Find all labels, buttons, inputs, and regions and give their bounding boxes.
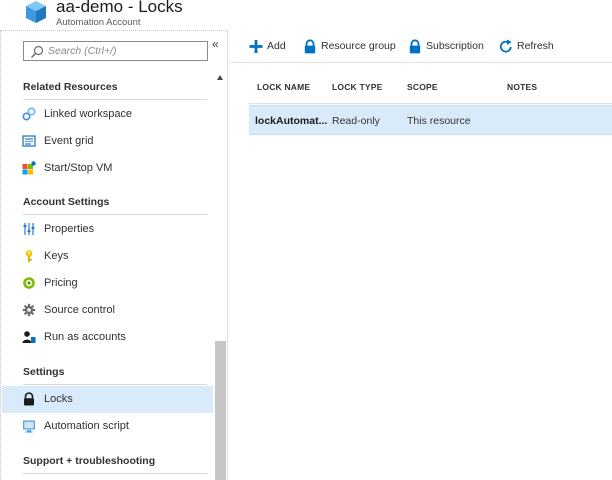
- section-divider: [23, 214, 207, 215]
- sidebar-item-pricing[interactable]: Pricing: [2, 270, 213, 297]
- blade-header: aa-demo - Locks Automation Account: [0, 0, 612, 30]
- key-icon: [25, 250, 33, 262]
- sidebar-item-label: Event grid: [44, 135, 94, 147]
- subscription-button-label: Subscription: [426, 40, 484, 52]
- add-button-label: Add: [267, 40, 286, 52]
- resource-menu: « Related Resources Linked workspace Eve…: [0, 30, 228, 480]
- search-icon: [31, 45, 44, 58]
- sidebar-item-label: Start/Stop VM: [44, 162, 113, 174]
- run-as-accounts-icon: [22, 331, 36, 343]
- section-title-support-troubleshooting: Support + troubleshooting: [23, 455, 156, 467]
- event-grid-icon: [22, 135, 36, 147]
- scrollbar-thumb[interactable]: [215, 341, 226, 480]
- sidebar-item-label: Pricing: [44, 277, 78, 289]
- sidebar-item-label: Properties: [44, 223, 95, 235]
- plus-icon: [249, 40, 263, 53]
- refresh-icon: [499, 39, 512, 53]
- section-divider: [23, 473, 207, 474]
- automation-account-cube-icon: [26, 1, 46, 23]
- page-subtitle: Automation Account: [56, 17, 141, 28]
- sidebar-item-run-as-accounts[interactable]: Run as accounts: [2, 324, 213, 351]
- table-row[interactable]: lockAutomat... Read-only This resource: [249, 105, 612, 135]
- sidebar-item-keys[interactable]: Keys: [2, 243, 213, 270]
- section-divider: [23, 384, 207, 385]
- sidebar-item-event-grid[interactable]: Event grid: [2, 128, 213, 155]
- sidebar-item-label: Keys: [44, 250, 69, 262]
- refresh-button-label: Refresh: [517, 40, 554, 52]
- sidebar-item-label: Automation script: [44, 420, 129, 432]
- lock-icon: [24, 392, 34, 406]
- sidebar-item-label: Source control: [44, 304, 115, 316]
- cell-scope: This resource: [407, 115, 471, 127]
- column-header-lock-name[interactable]: LOCK NAME: [257, 82, 310, 92]
- lock-icon: [409, 39, 421, 54]
- table-header: LOCK NAME LOCK TYPE SCOPE NOTES: [249, 76, 612, 104]
- sidebar-item-label: Locks: [44, 393, 73, 405]
- command-bar: Add Resource group Subscription Refresh: [229, 30, 612, 62]
- section-title-related-resources: Related Resources: [23, 81, 118, 93]
- toolbar-divider: [229, 62, 612, 63]
- sidebar-item-source-control[interactable]: Source control: [2, 297, 213, 324]
- column-header-notes[interactable]: NOTES: [507, 82, 537, 92]
- collapse-menu-button[interactable]: «: [212, 37, 219, 51]
- sidebar-item-locks[interactable]: Locks: [2, 386, 213, 413]
- resource-group-button-label: Resource group: [321, 40, 396, 52]
- sidebar-item-automation-script[interactable]: Automation script: [2, 413, 213, 440]
- page-title: aa-demo - Locks: [56, 0, 183, 16]
- column-header-scope[interactable]: SCOPE: [407, 82, 438, 92]
- search-box[interactable]: [23, 41, 208, 61]
- automation-script-icon: [23, 420, 35, 433]
- cell-lock-type: Read-only: [332, 115, 380, 127]
- properties-icon: [23, 223, 35, 235]
- column-header-lock-type[interactable]: LOCK TYPE: [332, 82, 382, 92]
- sidebar-item-start-stop-vm[interactable]: Start/Stop VM: [2, 155, 213, 182]
- start-stop-vm-icon: [22, 161, 36, 175]
- search-input[interactable]: [48, 43, 204, 59]
- section-title-settings: Settings: [23, 366, 65, 378]
- section-divider: [23, 99, 207, 100]
- cell-lock-name[interactable]: lockAutomat...: [255, 115, 327, 127]
- section-title-account-settings: Account Settings: [23, 196, 110, 208]
- sidebar-item-label: Run as accounts: [44, 331, 126, 343]
- sidebar-item-linked-workspace[interactable]: Linked workspace: [2, 101, 213, 128]
- gear-icon: [22, 303, 36, 317]
- pricing-icon: [23, 277, 35, 289]
- lock-icon: [304, 39, 316, 54]
- sidebar-item-properties[interactable]: Properties: [2, 216, 213, 243]
- sidebar-item-label: Linked workspace: [44, 108, 133, 120]
- linked-workspace-icon: [22, 107, 36, 121]
- scroll-up-arrow-icon[interactable]: [217, 75, 223, 80]
